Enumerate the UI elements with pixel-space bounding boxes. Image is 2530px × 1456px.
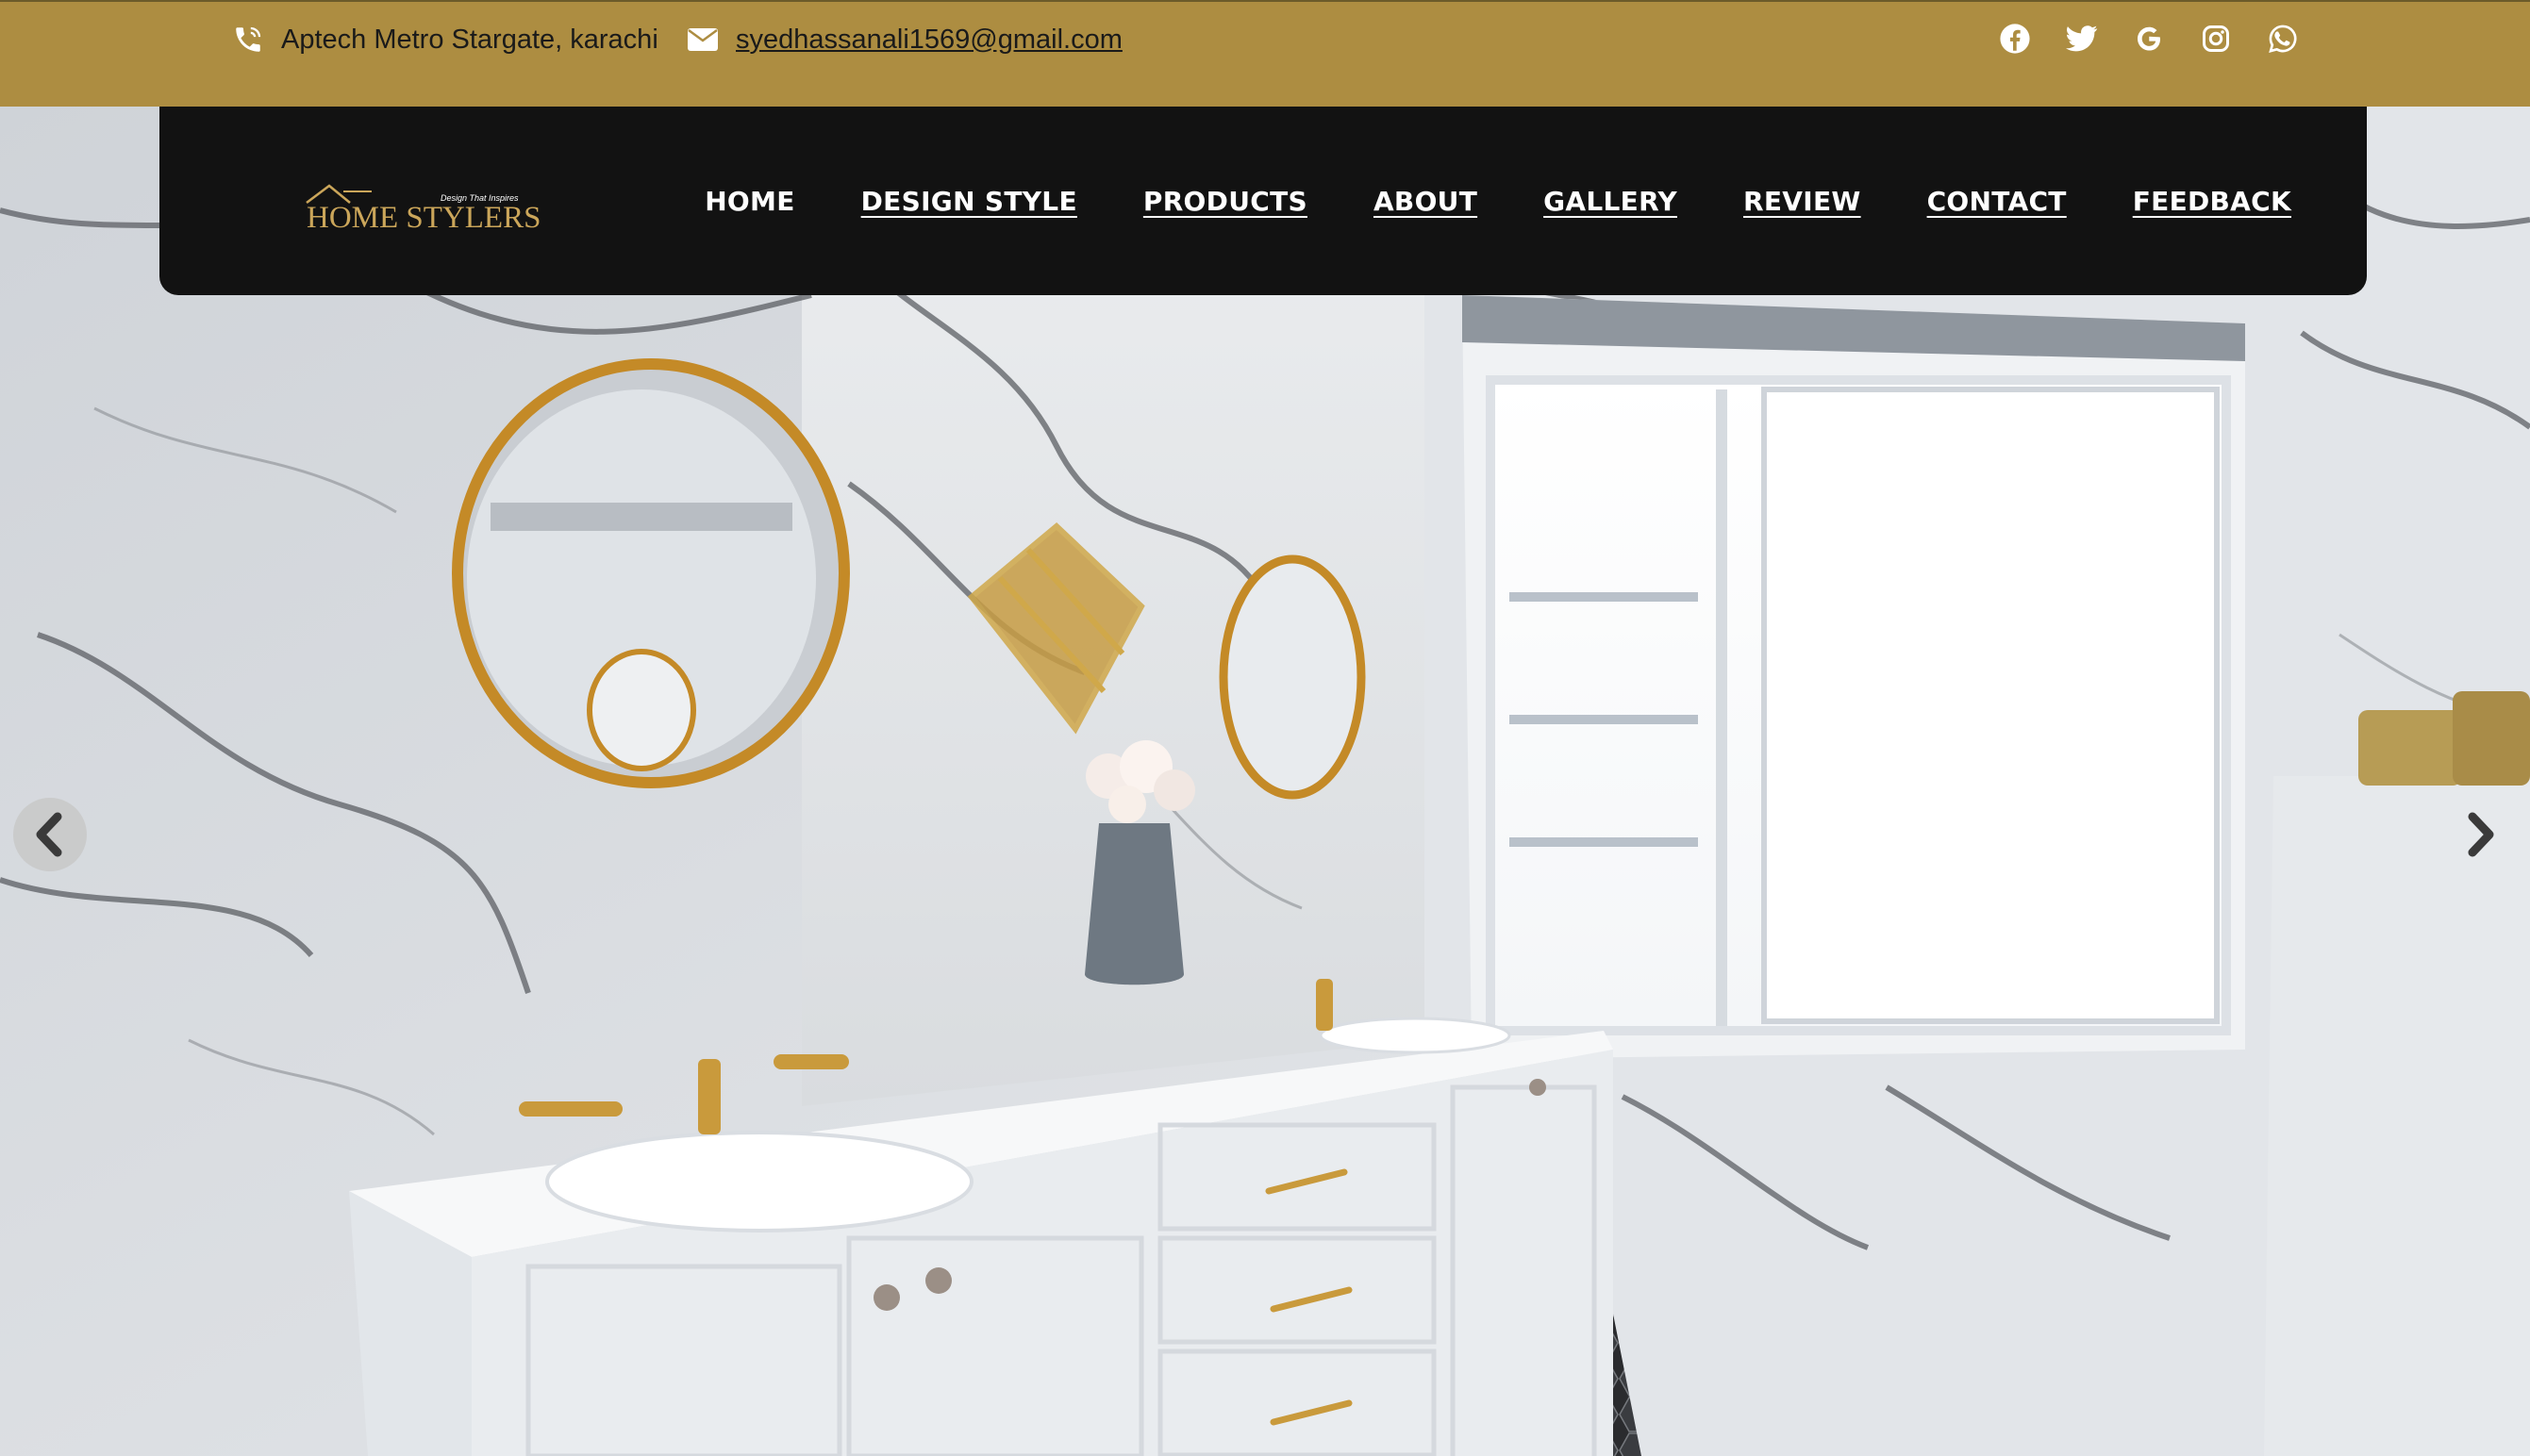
- chevron-left-icon: [36, 812, 62, 857]
- email-link[interactable]: syedhassanali1569@gmail.com: [736, 25, 1123, 56]
- twitter-icon[interactable]: [2065, 21, 2098, 57]
- slider-prev-button[interactable]: [13, 798, 87, 871]
- svg-text:HOME STYLERS: HOME STYLERS: [307, 201, 541, 235]
- social-links: [1998, 21, 2299, 57]
- address-text: Aptech Metro Stargate, karachi: [281, 24, 658, 55]
- nav-products[interactable]: PRODUCTS: [1143, 186, 1307, 217]
- nav-feedback[interactable]: FEEDBACK: [2133, 186, 2291, 217]
- envelope-icon: [688, 28, 718, 51]
- nav-about[interactable]: ABOUT: [1373, 186, 1477, 217]
- nav-home[interactable]: HOME: [705, 186, 794, 217]
- nav-links: HOME DESIGN STYLE PRODUCTS ABOUT GALLERY…: [705, 107, 2291, 295]
- home-stylers-logo[interactable]: HOME STYLERS Design That Inspires: [301, 173, 556, 239]
- chevron-right-icon: [2468, 812, 2494, 857]
- nav-contact[interactable]: CONTACT: [1927, 186, 2067, 217]
- whatsapp-icon[interactable]: [2266, 21, 2299, 57]
- address-item: Aptech Metro Stargate, karachi: [232, 19, 658, 60]
- instagram-icon[interactable]: [2199, 21, 2232, 57]
- nav-gallery[interactable]: GALLERY: [1543, 186, 1677, 217]
- hero-bathroom-image: [0, 107, 2530, 1456]
- facebook-icon[interactable]: [1998, 21, 2031, 57]
- email-item[interactable]: syedhassanali1569@gmail.com: [687, 19, 1123, 60]
- top-contact-bar: Aptech Metro Stargate, karachi syedhassa…: [0, 0, 2530, 107]
- main-navbar: HOME STYLERS Design That Inspires HOME D…: [159, 107, 2367, 295]
- hero-slider: [0, 107, 2530, 1456]
- google-icon[interactable]: [2132, 21, 2165, 57]
- slider-next-button[interactable]: [2443, 798, 2517, 871]
- phone-icon: [236, 26, 261, 52]
- nav-design-style[interactable]: DESIGN STYLE: [861, 186, 1077, 217]
- svg-text:Design That Inspires: Design That Inspires: [441, 193, 519, 203]
- nav-review[interactable]: REVIEW: [1743, 186, 1861, 217]
